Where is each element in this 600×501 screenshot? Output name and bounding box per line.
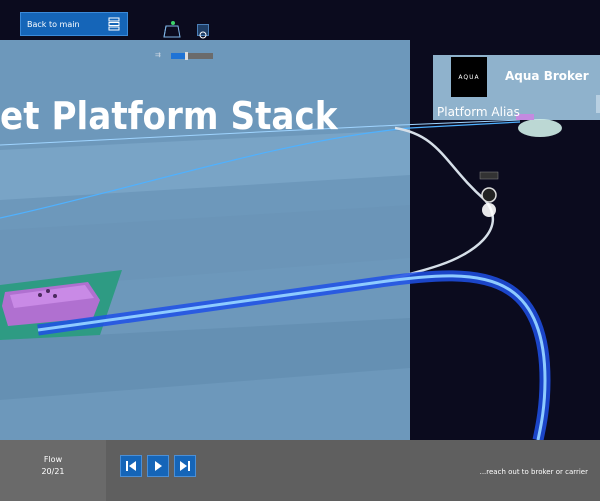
device-dot-3 <box>53 294 57 298</box>
speed-slider[interactable]: ⇉ <box>155 50 215 60</box>
speed-icon: ⇉ <box>155 51 161 59</box>
step-back-icon <box>126 461 136 471</box>
flow-count: 20/21 <box>41 467 65 476</box>
broker-name: Aqua Broker <box>505 69 589 83</box>
platform-stack-title: et Platform Stack <box>0 94 338 138</box>
play-button[interactable] <box>147 455 169 477</box>
broker-card-strip <box>596 95 600 113</box>
footer-bar: Flow 20/21 ...reach out to broker or car… <box>0 440 600 501</box>
speed-slider-handle[interactable] <box>185 52 188 60</box>
cube-icon <box>163 21 181 38</box>
flow-panel: Flow 20/21 <box>0 440 106 501</box>
node-tag <box>479 171 499 180</box>
device-dot-1 <box>38 293 42 297</box>
status-text: ...reach out to broker or carrier <box>479 468 588 476</box>
step-back-button[interactable] <box>120 455 142 477</box>
target-button[interactable] <box>197 24 209 39</box>
node-glow <box>482 203 496 217</box>
broker-cloud <box>518 119 562 137</box>
broker-logo: AQUA <box>451 57 487 97</box>
step-forward-icon <box>180 461 190 471</box>
back-to-main-button[interactable]: Back to main <box>20 12 128 36</box>
platform-alias-label: Platform Alias <box>437 105 520 119</box>
speed-slider-track[interactable] <box>171 52 213 60</box>
device-dot-2 <box>46 289 50 293</box>
scene-canvas <box>0 40 600 440</box>
node-gear-icon <box>481 187 497 203</box>
flow-label: Flow <box>43 455 63 464</box>
step-forward-button[interactable] <box>174 455 196 477</box>
play-icon <box>155 461 162 471</box>
speed-slider-fill <box>171 53 186 59</box>
scene-viewport[interactable]: et Platform Stack AQUA Aqua Broker Platf… <box>0 0 600 440</box>
back-button-label: Back to main <box>27 19 80 29</box>
target-icon <box>199 31 207 39</box>
server-icon <box>107 17 121 31</box>
cube-view-button[interactable] <box>160 20 186 42</box>
